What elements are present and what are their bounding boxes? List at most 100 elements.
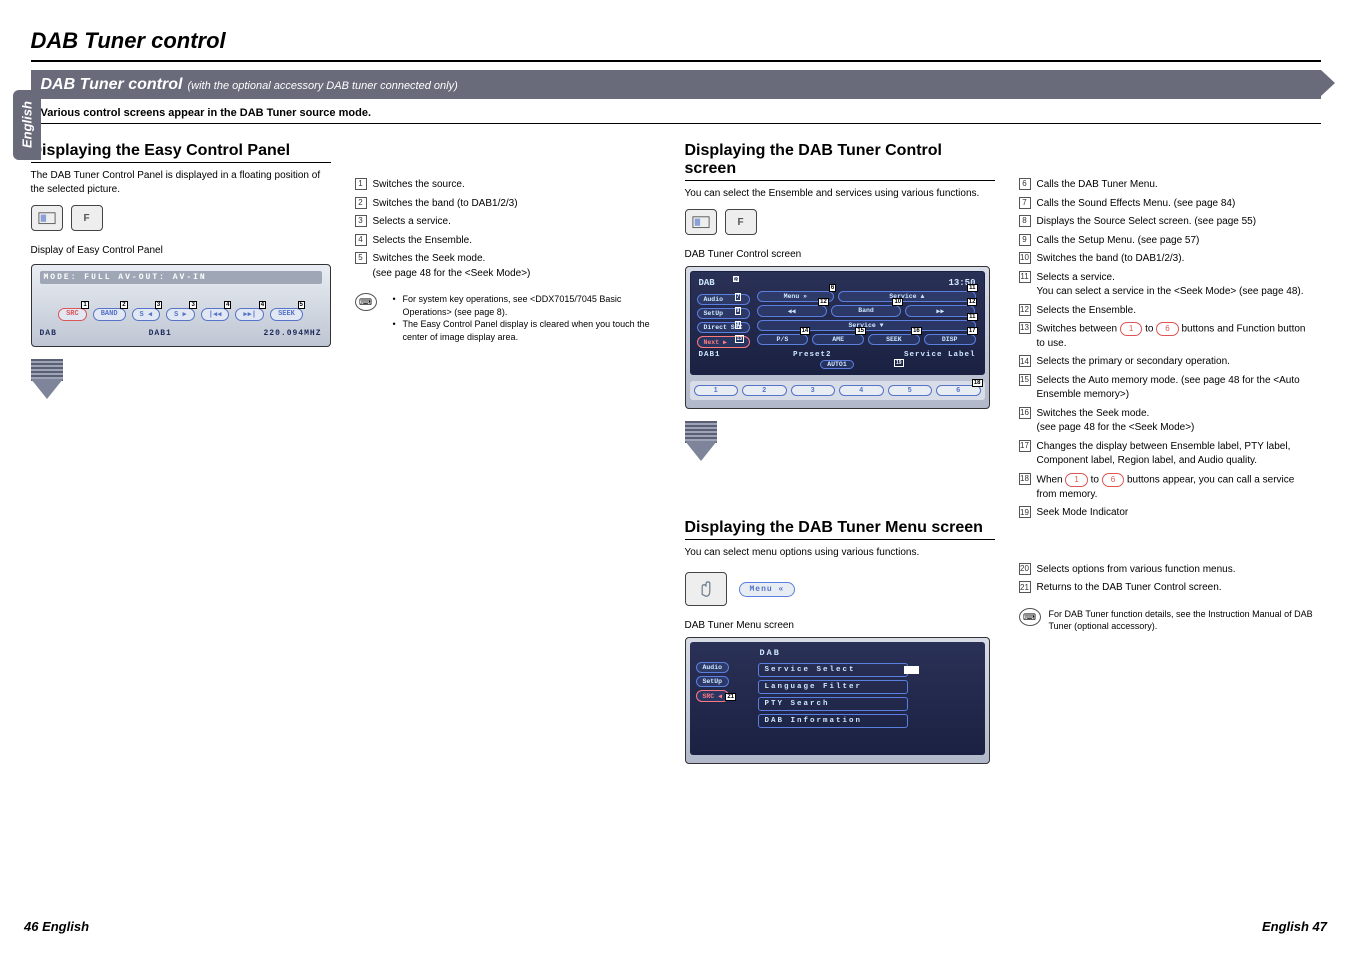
callout-17-text: Changes the display between Ensemble lab…	[1037, 440, 1315, 469]
nexttrk-button[interactable]: ▶▶12	[905, 305, 975, 317]
note-2: The Easy Control Panel display is cleare…	[403, 318, 661, 343]
screen-icon	[31, 205, 63, 231]
prevtrk-button[interactable]: ◀◀12	[757, 305, 827, 317]
banner-subtitle: (with the optional accessory DAB tuner c…	[188, 80, 458, 92]
dab-control-screen: DAB 19 13:50 Audio SetUp Direct SRC Next…	[685, 266, 990, 409]
note-3: For DAB Tuner function details, see the …	[1049, 608, 1315, 633]
callout-19-text: Seek Mode Indicator	[1037, 506, 1129, 521]
down-arrow-icon	[31, 359, 63, 381]
callout-5: 5	[355, 252, 367, 264]
menu-head: DAB	[696, 648, 979, 660]
menu-item-service-select[interactable]: Service Select20	[758, 663, 908, 677]
callout-3: 3	[355, 215, 367, 227]
fnc-icon: F	[71, 205, 103, 231]
dab-ctrl-heading: Displaying the DAB Tuner Control screen	[685, 142, 995, 181]
callout-1: 1	[355, 178, 367, 190]
band-button[interactable]: Band10	[831, 305, 901, 317]
dab-service-label: Service Label	[904, 351, 976, 359]
subbar-text: Various control screens appear in the DA…	[31, 103, 1321, 124]
service-down-button[interactable]: Service ▼11	[757, 320, 976, 331]
band-button[interactable]: BAND2	[93, 308, 126, 321]
dab-ctrl-caption: DAB Tuner Control screen	[685, 249, 995, 260]
dab-menu-screen: DAB Audio SetUp SRC ◀21 Service Select20…	[685, 637, 990, 764]
src-button[interactable]: SRC1	[58, 308, 87, 321]
menu-setup-button[interactable]: SetUp	[696, 676, 730, 687]
menu-button-pill[interactable]: Menu «	[739, 582, 796, 597]
callout-13-text: Switches between 1 to 6 buttons and Func…	[1037, 322, 1315, 351]
dab-menu-caption: DAB Tuner Menu screen	[685, 620, 995, 631]
callout-14-text: Selects the primary or secondary operati…	[1037, 355, 1230, 370]
note-icon: ⌨	[355, 293, 377, 311]
preset-1-button[interactable]: 1	[694, 385, 739, 396]
pill-6-icon: 6	[1156, 322, 1178, 336]
down-arrow-icon	[685, 441, 717, 461]
down-arrow-icon	[685, 421, 717, 443]
seek-button[interactable]: SEEK16	[868, 334, 920, 345]
easy-panel-body: The DAB Tuner Control Panel is displayed…	[31, 169, 331, 197]
dab-menu-body: You can select menu options using variou…	[685, 546, 995, 560]
pill-1-icon: 1	[1065, 473, 1087, 487]
pill-6-icon: 6	[1102, 473, 1124, 487]
callout-2-text: Switches the band (to DAB1/2/3)	[373, 197, 518, 212]
callout-1-text: Switches the source.	[373, 178, 465, 193]
callout-10-text: Switches the band (to DAB1/2/3).	[1037, 252, 1185, 267]
callout-6-text: Calls the DAB Tuner Menu.	[1037, 178, 1158, 193]
note-1: For system key operations, see <DDX7015/…	[403, 293, 661, 318]
callout-15-text: Selects the Auto memory mode. (see page …	[1037, 374, 1315, 403]
preset-4-button[interactable]: 4	[839, 385, 884, 396]
menu-item-pty-search[interactable]: PTY Search	[758, 697, 908, 711]
note-icon: ⌨	[1019, 608, 1041, 626]
audio-button[interactable]: Audio	[697, 294, 750, 305]
banner-arrow	[1321, 70, 1335, 96]
page-title: DAB Tuner control	[31, 28, 1321, 54]
preset-5-button[interactable]: 5	[888, 385, 933, 396]
service-up-button[interactable]: Service ▲11	[838, 291, 975, 302]
menu-item-dab-information[interactable]: DAB Information	[758, 714, 908, 728]
direct-src-button[interactable]: Direct SRC	[697, 322, 750, 333]
disp-button[interactable]: DISP17	[924, 334, 976, 345]
menu-src-button[interactable]: SRC ◀21	[696, 690, 730, 702]
dab-preset-label: Preset2	[793, 351, 832, 359]
ensemble-prev-button[interactable]: |◀◀4	[201, 308, 230, 321]
auto1-indicator: AUTO1	[820, 360, 854, 369]
down-arrow-icon	[31, 379, 63, 399]
ensemble-next-button[interactable]: ▶▶|4	[235, 308, 264, 321]
callout-4-text: Selects the Ensemble.	[373, 234, 473, 249]
hand-icon	[685, 572, 727, 606]
callout-7-text: Calls the Sound Effects Menu. (see page …	[1037, 197, 1236, 212]
service-prev-button[interactable]: S ◀3	[132, 308, 161, 321]
callout-18-text: When 1 to 6 buttons appear, you can call…	[1037, 473, 1315, 502]
page-number-left: 46 English	[24, 919, 89, 934]
callout-8-text: Displays the Source Select screen. (see …	[1037, 215, 1257, 230]
easy-mode-bar: MODE: FULL AV-OUT: AV-IN	[40, 271, 322, 284]
callout-5-text: Switches the Seek mode.(see page 48 for …	[373, 252, 531, 281]
seek-button[interactable]: SEEK5	[270, 308, 303, 321]
fnc-icon: F	[725, 209, 757, 235]
ps-button[interactable]: P/S14	[757, 334, 809, 345]
pill-1-icon: 1	[1120, 322, 1142, 336]
dab-band-label: DAB1	[699, 351, 721, 359]
dab-menu-heading: Displaying the DAB Tuner Menu screen	[685, 519, 995, 540]
preset-3-button[interactable]: 3	[791, 385, 836, 396]
callout-9-text: Calls the Setup Menu. (see page 57)	[1037, 234, 1200, 249]
preset-2-button[interactable]: 2	[742, 385, 787, 396]
easy-control-panel-screen: MODE: FULL AV-OUT: AV-IN SRC1 BAND2 S ◀3…	[31, 264, 331, 347]
service-next-button[interactable]: S ▶3	[166, 308, 195, 321]
callout-16-text: Switches the Seek mode.(see page 48 for …	[1037, 407, 1195, 436]
callout-2: 2	[355, 197, 367, 209]
easy-panel-caption: Display of Easy Control Panel	[31, 245, 331, 256]
menu-audio-button[interactable]: Audio	[696, 662, 730, 673]
status-dab: DAB	[40, 329, 57, 338]
ame-button[interactable]: AME15	[812, 334, 864, 345]
screen-icon	[685, 209, 717, 235]
callout-21-text: Returns to the DAB Tuner Control screen.	[1037, 581, 1222, 596]
setup-button[interactable]: SetUp	[697, 308, 750, 319]
callout-12-text: Selects the Ensemble.	[1037, 304, 1137, 319]
page-number-right: English 47	[1262, 919, 1327, 934]
callout-3-text: Selects a service.	[373, 215, 451, 230]
language-tab: English	[13, 90, 41, 160]
easy-panel-heading: Displaying the Easy Control Panel	[31, 142, 331, 163]
menu-item-language-filter[interactable]: Language Filter	[758, 680, 908, 694]
status-band: DAB1	[149, 329, 172, 338]
top-rule	[31, 60, 1321, 62]
